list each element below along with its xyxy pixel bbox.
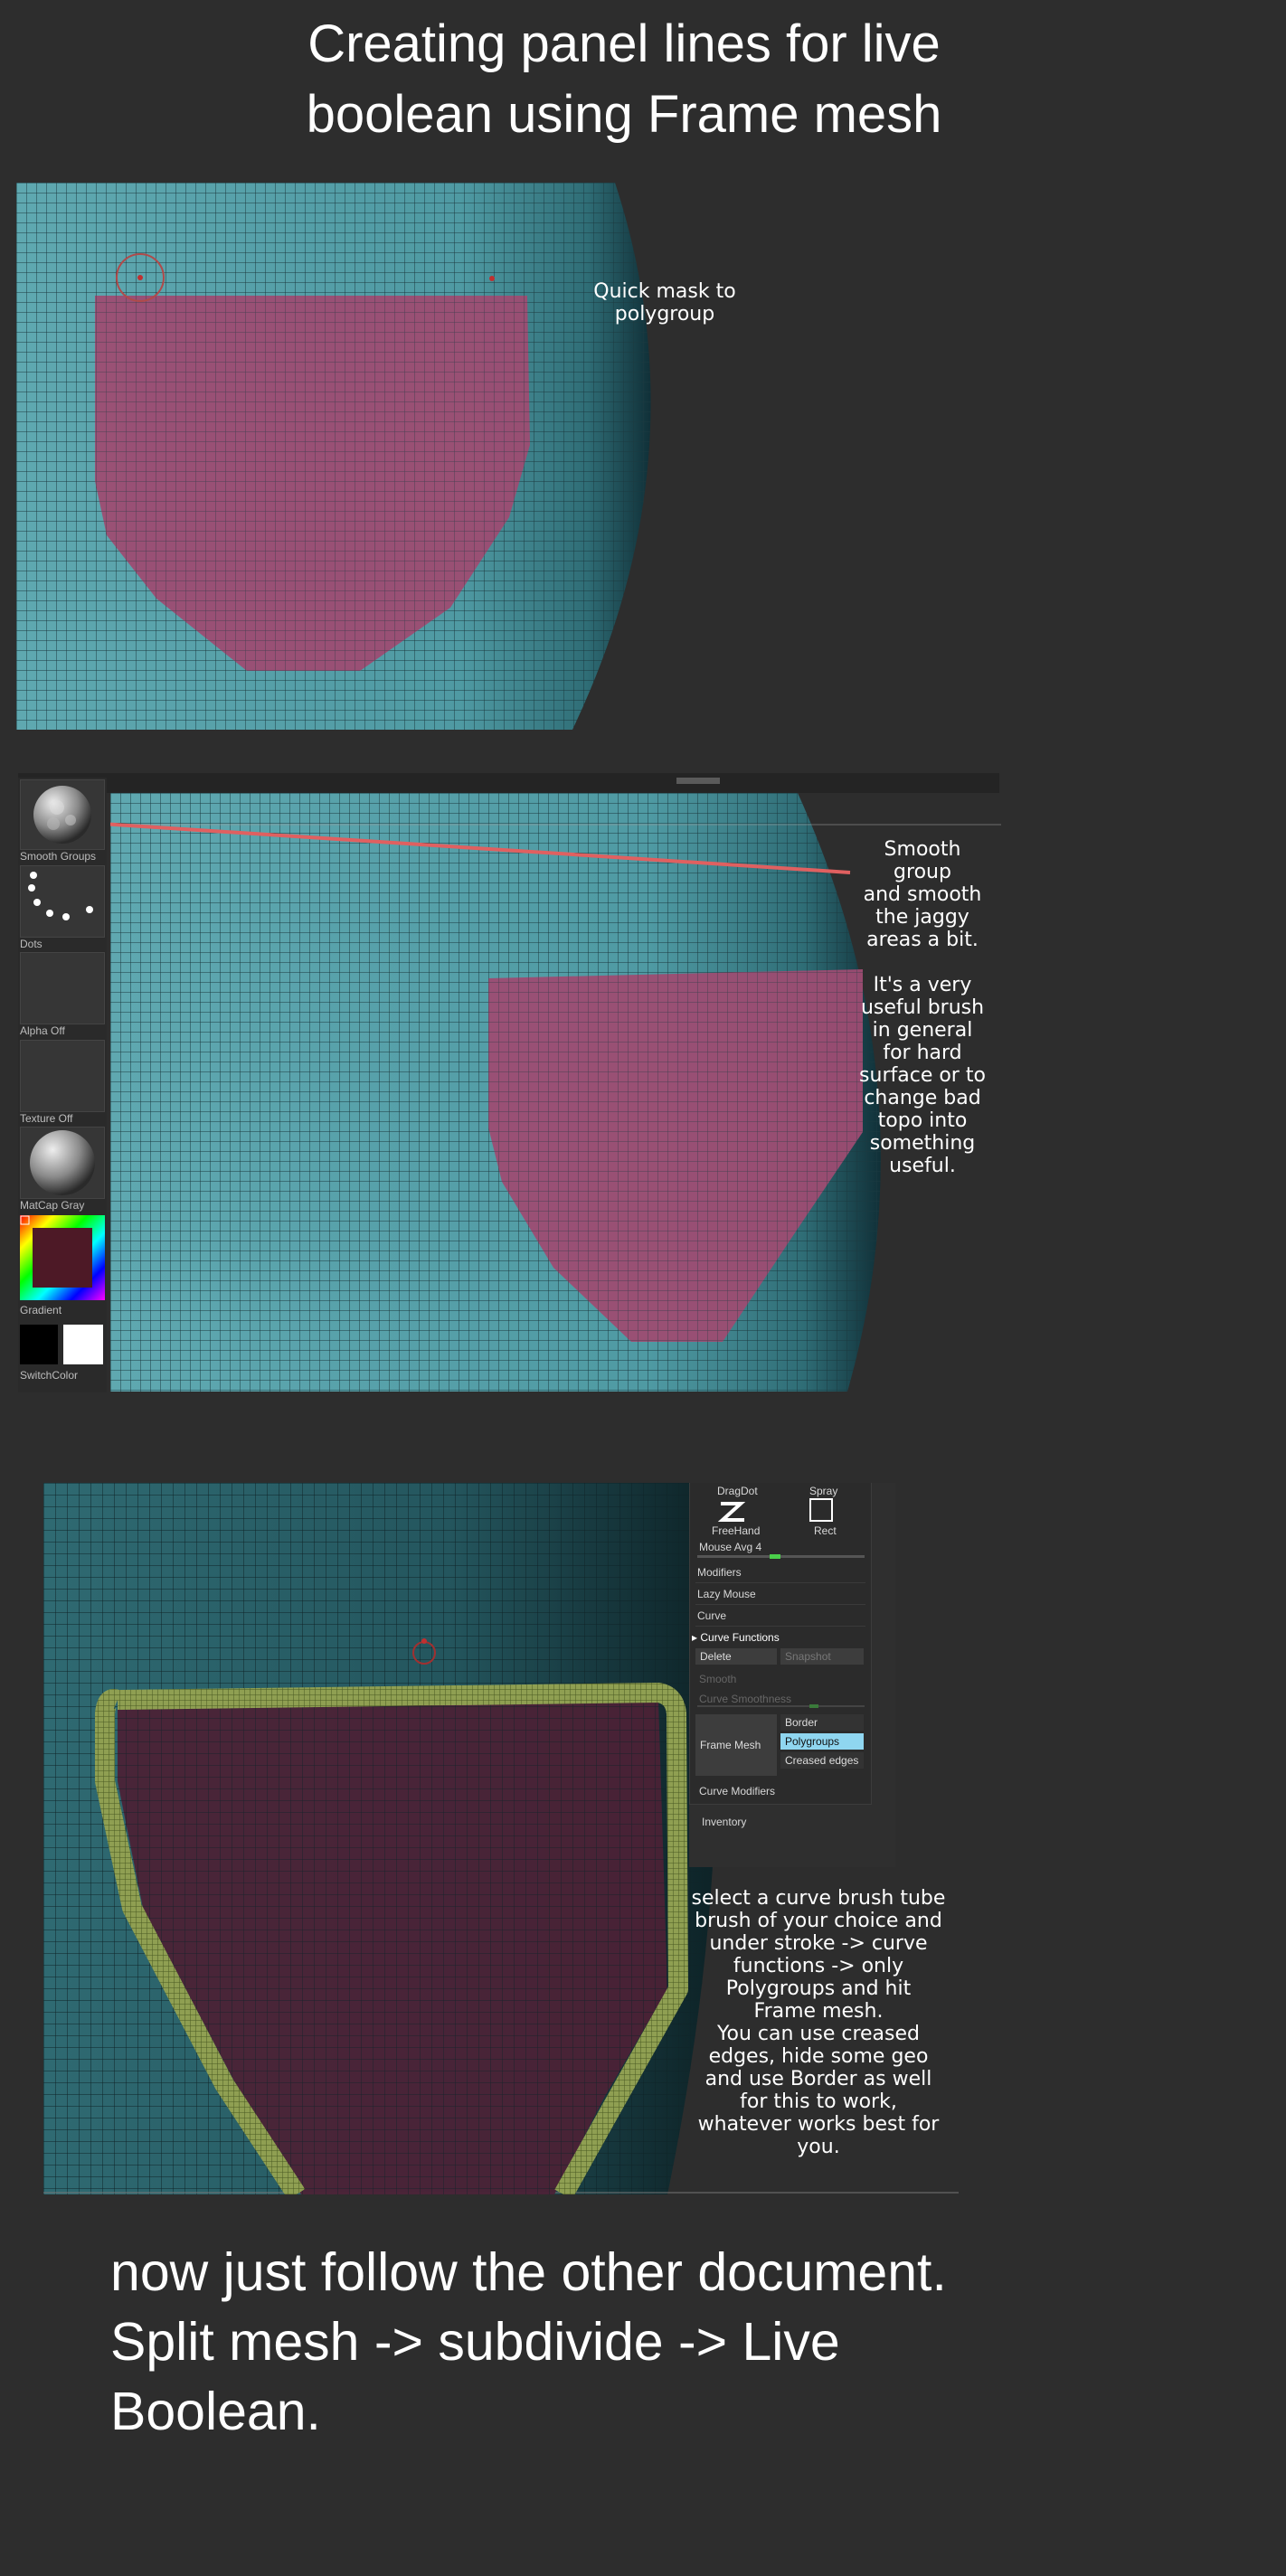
footer-line-2: Split mesh -> subdivide -> Live bbox=[110, 2312, 840, 2372]
brush-label: Smooth Groups bbox=[20, 850, 97, 863]
stroke-menu-panel: DragDot Spray FreeHand Rect Mouse Avg 4 … bbox=[689, 1483, 895, 1867]
stroke-freehand[interactable]: FreeHand bbox=[712, 1524, 760, 1537]
rect-stroke-icon[interactable] bbox=[809, 1498, 833, 1522]
matcap-sphere-icon bbox=[30, 1130, 95, 1195]
cursor-dot-icon bbox=[489, 276, 495, 281]
title-line-1: Creating panel lines for live bbox=[307, 14, 941, 73]
curve-modifiers-section[interactable]: Curve Modifiers bbox=[699, 1785, 775, 1798]
border-toggle[interactable]: Border bbox=[780, 1714, 864, 1731]
note-quick-mask: Quick mask to polygroup bbox=[593, 280, 736, 326]
title-line-2: boolean using Frame mesh bbox=[306, 85, 942, 144]
texture-slot[interactable] bbox=[20, 1040, 105, 1112]
alpha-slot[interactable] bbox=[20, 952, 105, 1024]
texture-label: Texture Off bbox=[20, 1112, 73, 1125]
viewport-panel-2-topbar bbox=[18, 773, 999, 793]
mouse-avg-label: Mouse Avg 4 bbox=[699, 1541, 762, 1553]
curve-functions-section[interactable]: ▸ Curve Functions bbox=[692, 1631, 780, 1644]
curve-smoothness-label: Curve Smoothness bbox=[699, 1693, 792, 1705]
footer-line-1: now just follow the other document. bbox=[110, 2242, 947, 2302]
creased-edges-toggle[interactable]: Creased edges bbox=[780, 1752, 864, 1769]
inventory-section[interactable]: Inventory bbox=[702, 1816, 746, 1828]
gradient-label: Gradient bbox=[20, 1304, 62, 1316]
freehand-stroke-icon[interactable] bbox=[714, 1498, 753, 1525]
main-color-swatch[interactable] bbox=[63, 1325, 103, 1364]
curve-smoothness-slider[interactable] bbox=[697, 1704, 865, 1708]
switch-color-label[interactable]: SwitchColor bbox=[20, 1369, 105, 1382]
smooth-button[interactable]: Smooth bbox=[699, 1673, 736, 1685]
footer-line-3: Boolean. bbox=[110, 2382, 321, 2441]
stroke-slot[interactable] bbox=[20, 865, 105, 938]
stroke-rect[interactable]: Rect bbox=[814, 1524, 837, 1537]
alpha-label: Alpha Off bbox=[20, 1024, 65, 1037]
stroke-spray[interactable]: Spray bbox=[809, 1485, 837, 1497]
note-frame-mesh: select a curve brush tube brush of your … bbox=[691, 1887, 946, 2158]
zbrush-left-tray: Smooth Groups Dots Alpha Off Texture Off… bbox=[18, 778, 107, 1392]
brush-slot[interactable] bbox=[20, 779, 105, 850]
note-smooth-group: Smooth group and smooth the jaggy areas … bbox=[859, 838, 986, 1177]
stroke-dragdot[interactable]: DragDot bbox=[717, 1485, 758, 1497]
material-label: MatCap Gray bbox=[20, 1199, 85, 1212]
viewport-panel-1[interactable] bbox=[16, 183, 658, 730]
polygroups-toggle[interactable]: Polygroups bbox=[780, 1733, 864, 1750]
secondary-color-swatch[interactable] bbox=[20, 1325, 58, 1364]
mesh-viewport-1 bbox=[16, 183, 651, 730]
color-picker[interactable] bbox=[20, 1215, 105, 1300]
mouse-avg-slider[interactable] bbox=[697, 1554, 865, 1559]
snapshot-button[interactable]: Snapshot bbox=[780, 1648, 864, 1665]
frame-mesh-button[interactable]: Frame Mesh bbox=[695, 1714, 777, 1776]
modifiers-section[interactable]: Modifiers bbox=[697, 1566, 742, 1579]
scroll-handle[interactable] bbox=[676, 778, 720, 784]
dots-stroke-icon bbox=[28, 872, 93, 920]
curve-section[interactable]: Curve bbox=[697, 1609, 726, 1622]
page-title: Creating panel lines for live boolean us… bbox=[0, 9, 1248, 150]
lazy-mouse-section[interactable]: Lazy Mouse bbox=[697, 1588, 756, 1600]
material-slot[interactable] bbox=[20, 1127, 105, 1199]
stroke-label: Dots bbox=[20, 938, 43, 950]
delete-button[interactable]: Delete bbox=[695, 1648, 777, 1665]
footer-instructions: now just follow the other document. Spli… bbox=[110, 2238, 1241, 2447]
